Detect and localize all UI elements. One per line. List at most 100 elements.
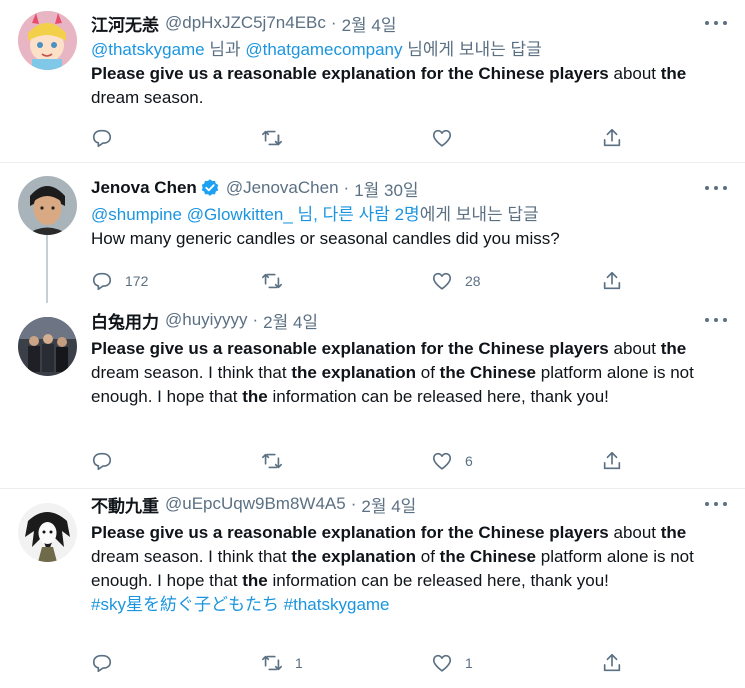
share-icon bbox=[603, 271, 621, 290]
share-icon bbox=[603, 128, 621, 147]
mention-link[interactable]: @shumpine bbox=[91, 205, 182, 224]
like-icon bbox=[432, 129, 452, 147]
mention-link[interactable]: @thatskygame bbox=[91, 40, 205, 59]
display-name[interactable]: 不動九重 bbox=[91, 492, 159, 517]
like-icon bbox=[432, 452, 452, 470]
reply-icon bbox=[92, 452, 112, 471]
like-button[interactable] bbox=[431, 126, 601, 150]
more-icon[interactable] bbox=[705, 181, 727, 195]
retweet-icon bbox=[262, 273, 282, 289]
user-handle[interactable]: @uEpcUqw9Bm8W4A5 bbox=[165, 494, 346, 514]
avatar[interactable] bbox=[18, 176, 77, 235]
like-button[interactable]: 28 bbox=[431, 269, 601, 293]
tweet-header: 江河无恙 @dpHxJZC5j7n4EBc · 2월 4일 bbox=[91, 10, 727, 36]
verified-badge-icon bbox=[201, 179, 219, 196]
retweet-button[interactable]: 1 bbox=[261, 651, 431, 675]
tweet[interactable]: 不動九重 @uEpcUqw9Bm8W4A5 · 2월 4일 Please giv… bbox=[0, 489, 745, 688]
display-name[interactable]: 江河无恙 bbox=[91, 11, 159, 36]
tweet-actions: 6 bbox=[91, 449, 631, 473]
retweet-button[interactable] bbox=[261, 269, 431, 293]
tweet-date[interactable]: 2월 4일 bbox=[263, 308, 318, 333]
retweet-icon bbox=[262, 127, 282, 149]
reply-button[interactable] bbox=[91, 126, 261, 150]
reply-button[interactable] bbox=[91, 449, 261, 473]
user-handle[interactable]: @JenovaChen bbox=[226, 178, 339, 198]
separator-dot: · bbox=[343, 178, 350, 197]
tweet-text: Please give us a reasonable explanation … bbox=[91, 521, 727, 593]
reply-button[interactable] bbox=[91, 651, 261, 675]
tweet-text: How many generic candles or seasonal can… bbox=[91, 227, 727, 251]
mention-link[interactable]: @thatgamecompany bbox=[245, 40, 402, 59]
others-link[interactable]: 님, 다른 사람 2명 bbox=[293, 205, 420, 224]
retweet-button[interactable] bbox=[261, 449, 431, 473]
avatar[interactable] bbox=[18, 317, 77, 376]
like-count: 28 bbox=[465, 273, 481, 289]
user-handle[interactable]: @dpHxJZC5j7n4EBc bbox=[165, 13, 326, 33]
tweet-actions: 172 28 bbox=[91, 269, 631, 293]
tweet[interactable]: Jenova Chen @JenovaChen · 1월 30일 @shumpi… bbox=[0, 163, 745, 303]
like-count: 6 bbox=[465, 453, 473, 469]
text-run: of bbox=[416, 547, 440, 566]
share-button[interactable] bbox=[601, 126, 631, 150]
tweet-header: 不動九重 @uEpcUqw9Bm8W4A5 · 2월 4일 bbox=[91, 491, 727, 517]
tweet[interactable]: 江河无恙 @dpHxJZC5j7n4EBc · 2월 4일 @thatskyga… bbox=[0, 0, 745, 163]
tweet-date[interactable]: 2월 4일 bbox=[342, 11, 397, 36]
more-icon[interactable] bbox=[705, 16, 727, 30]
display-name[interactable]: Jenova Chen bbox=[91, 178, 197, 198]
reply-icon bbox=[92, 129, 112, 148]
hashtags[interactable]: #sky星を紡ぐ子どもたち #thatskygame bbox=[91, 593, 727, 617]
separator-dot: · bbox=[350, 494, 357, 513]
avatar[interactable] bbox=[18, 11, 77, 70]
text-run: How many generic candles or seasonal can… bbox=[91, 229, 560, 248]
share-button[interactable] bbox=[601, 269, 631, 293]
like-icon bbox=[432, 272, 452, 290]
tweet[interactable]: 白兔用力 @huyiyyyy · 2월 4일 Please give us a … bbox=[0, 303, 745, 489]
bold-text-run: the Chinese bbox=[439, 363, 537, 382]
bold-text-run: the Chinese bbox=[439, 547, 537, 566]
reply-count: 172 bbox=[125, 273, 149, 289]
bold-text-run: Please give us a reasonable explanation … bbox=[91, 64, 609, 83]
more-icon[interactable] bbox=[705, 313, 727, 327]
tweet-date[interactable]: 2월 4일 bbox=[361, 492, 416, 517]
tweet-text: Please give us a reasonable explanation … bbox=[91, 337, 727, 409]
separator-dot: · bbox=[252, 310, 259, 329]
tweet-actions: 1 1 bbox=[91, 651, 631, 675]
share-icon bbox=[603, 653, 621, 672]
bold-text-run: the explanation bbox=[291, 363, 417, 382]
reply-icon bbox=[92, 654, 112, 673]
bold-text-run: the bbox=[660, 523, 687, 542]
bold-text-run: the bbox=[660, 339, 687, 358]
like-button[interactable]: 1 bbox=[431, 651, 601, 675]
reply-context-text: 에게 보내는 답글 bbox=[419, 205, 539, 224]
bold-text-run: the bbox=[242, 571, 268, 590]
text-run: dream season. I think that bbox=[91, 547, 292, 566]
reply-icon bbox=[92, 272, 112, 291]
more-icon[interactable] bbox=[705, 497, 727, 511]
separator-dot: · bbox=[330, 13, 337, 32]
user-handle[interactable]: @huyiyyyy bbox=[165, 310, 247, 330]
share-button[interactable] bbox=[601, 449, 631, 473]
text-run: information can be released here, thank … bbox=[267, 571, 609, 590]
display-name[interactable]: 白兔用力 bbox=[91, 308, 159, 333]
reply-context-text: 님과 bbox=[204, 40, 246, 59]
retweet-button[interactable] bbox=[261, 126, 431, 150]
thread-line bbox=[46, 235, 48, 303]
text-run: dream season. I think that bbox=[91, 363, 292, 382]
tweet-header: 白兔用力 @huyiyyyy · 2월 4일 bbox=[91, 307, 727, 333]
text-run: of bbox=[416, 363, 440, 382]
reply-button[interactable]: 172 bbox=[91, 269, 261, 293]
tweet-header: Jenova Chen @JenovaChen · 1월 30일 bbox=[91, 175, 727, 201]
like-icon bbox=[432, 654, 452, 672]
mention-link[interactable]: @Glowkitten_ bbox=[187, 205, 293, 224]
tweet-text: Please give us a reasonable explanation … bbox=[91, 62, 727, 110]
reply-context-text: 님에게 보내는 답글 bbox=[402, 40, 542, 59]
bold-text-run: the explanation bbox=[291, 547, 417, 566]
share-button[interactable] bbox=[601, 651, 631, 675]
like-button[interactable]: 6 bbox=[431, 449, 601, 473]
text-run: about bbox=[608, 523, 661, 542]
retweet-icon bbox=[262, 655, 282, 671]
bold-text-run: the bbox=[242, 387, 268, 406]
avatar[interactable] bbox=[18, 503, 77, 562]
retweet-icon bbox=[262, 453, 282, 469]
tweet-date[interactable]: 1월 30일 bbox=[354, 176, 418, 201]
